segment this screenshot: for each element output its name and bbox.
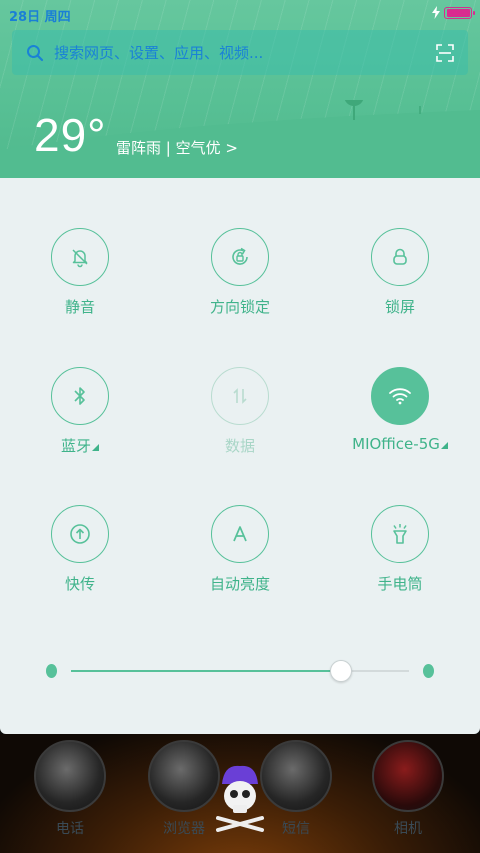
tile-label: 静音 [64,298,95,316]
rotation-lock-button[interactable] [211,228,269,286]
quick-share-button[interactable] [51,505,109,563]
brightness-slider[interactable] [44,658,436,684]
tile-mute[interactable]: 静音 [0,228,160,317]
camera-app-icon[interactable] [372,740,444,812]
wifi-label: MIOffice-5G [352,435,440,453]
weather-header: 28日 周四 搜索网页、设置、应用、视频... 29° 雷阵雨 | 空气优 > [0,0,480,178]
tile-label: 锁屏 [384,298,415,316]
lock-icon [393,248,407,265]
flashlight-icon [393,524,407,544]
bluetooth-button[interactable] [51,367,109,425]
date-text: 28日 [9,10,41,25]
status-bar: 28日 周四 [0,0,480,28]
app-label: 浏览器 [163,821,205,837]
lock-screen-button[interactable] [371,228,429,286]
home-dock: 电话 浏览器 短信 相机 [0,734,480,853]
brightness-track[interactable] [71,670,409,672]
brightness-thumb[interactable] [330,660,353,682]
tile-label: MIOffice-5G [320,435,480,453]
auto-brightness-icon [233,526,247,542]
mobile-data-button[interactable] [211,367,269,425]
tile-quick-share[interactable]: 快传 [0,505,160,594]
mute-button[interactable] [51,228,109,286]
app-label: 短信 [282,821,310,837]
tile-label: 蓝牙 [0,435,160,456]
phone-app-icon[interactable] [34,740,106,812]
battery-icon [444,6,475,19]
share-upload-icon [70,524,90,544]
tile-label: 快传 [64,575,95,593]
tile-label: 自动亮度 [209,575,270,593]
brightness-high-icon [423,664,434,678]
bluetooth-icon [74,387,85,405]
tile-label: 数据 [224,437,255,455]
browser-app-icon[interactable] [148,740,220,812]
temperature[interactable]: 29° [34,108,107,162]
bluetooth-label: 蓝牙 [60,437,91,455]
app-label: 相机 [394,821,422,837]
app-messages[interactable]: 短信 [260,740,332,838]
tile-bluetooth[interactable]: 蓝牙 [0,367,160,456]
rotation-lock-icon [232,247,248,265]
messages-app-icon[interactable] [260,740,332,812]
expand-triangle-icon [92,444,99,451]
tile-wifi[interactable]: MIOffice-5G [320,367,480,453]
scan-icon[interactable] [436,43,454,62]
tile-rotation-lock[interactable]: 方向锁定 [160,228,320,317]
skull-icon [216,765,264,832]
wifi-button[interactable] [371,367,429,425]
weather-description[interactable]: 雷阵雨 | 空气优 > [116,137,238,158]
tile-mobile-data[interactable]: 数据 [160,367,320,456]
status-date: 28日 周四 [9,6,71,25]
brightness-fill [71,670,342,672]
wifi-icon [389,388,411,405]
app-label: 电话 [56,821,84,837]
tile-flashlight[interactable]: 手电筒 [320,505,480,594]
brightness-low-icon [46,664,57,678]
weekday-text: 周四 [44,10,71,25]
bell-muted-icon [72,249,88,268]
app-camera[interactable]: 相机 [372,740,444,838]
charging-icon [432,6,440,19]
auto-brightness-button[interactable] [211,505,269,563]
status-icons [432,6,475,19]
tile-lock-screen[interactable]: 锁屏 [320,228,480,317]
tile-label: 手电筒 [377,575,423,593]
search-input[interactable]: 搜索网页、设置、应用、视频... [54,42,436,63]
app-phone[interactable]: 电话 [34,740,106,838]
tile-label: 方向锁定 [209,298,270,316]
tile-auto-brightness[interactable]: 自动亮度 [160,505,320,594]
expand-triangle-icon [440,442,448,449]
battery-fill [446,8,470,17]
app-browser[interactable]: 浏览器 [148,740,220,838]
search-icon [27,44,44,61]
flashlight-button[interactable] [371,505,429,563]
search-bar[interactable]: 搜索网页、设置、应用、视频... [12,30,468,75]
mobile-data-icon [233,388,247,404]
quick-settings-panel: 静音 方向锁定 锁屏 蓝牙 数据 MIOffice-5G 快传 自动亮度 手电筒 [0,178,480,734]
